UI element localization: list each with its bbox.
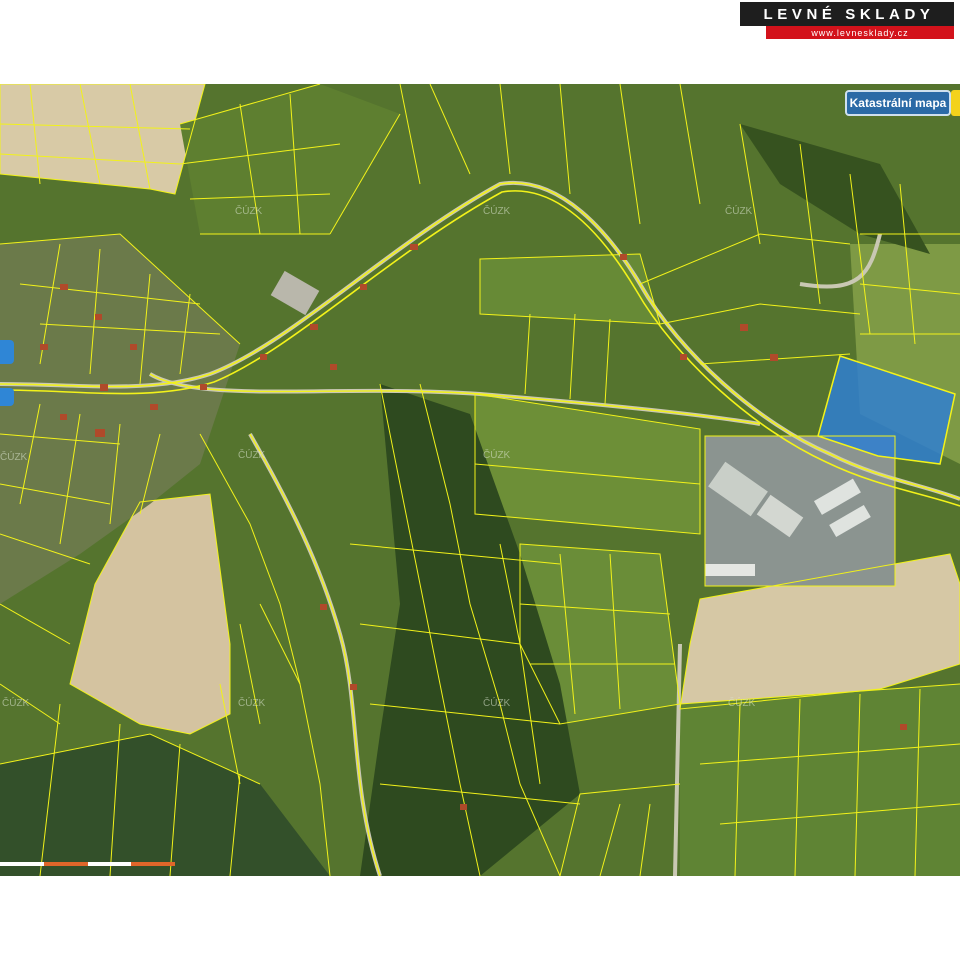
scale-bar: [0, 862, 175, 866]
watermark: ČÚZK: [235, 206, 263, 217]
logo-url: www.levnesklady.cz: [766, 26, 954, 39]
scale-segment: [0, 862, 44, 866]
watermark: ČÚZK: [725, 206, 753, 217]
aerial-map-canvas: [0, 84, 960, 876]
side-panel-tab[interactable]: [0, 388, 14, 406]
scale-segment: [87, 862, 132, 866]
cadastral-map[interactable]: ČÚZK ČÚZK ČÚZK ČÚZK ČÚZK ČÚZK ČÚZK ČÚZK …: [0, 84, 960, 876]
watermark: ČÚZK: [728, 698, 756, 709]
watermark: ČÚZK: [0, 452, 28, 463]
watermark: ČÚZK: [483, 698, 511, 709]
scale-segment: [131, 862, 175, 866]
cadastral-map-layer-button[interactable]: Katastrální mapa: [845, 90, 951, 116]
watermark: ČÚZK: [238, 450, 266, 461]
watermark: ČÚZK: [238, 698, 266, 709]
watermark: ČÚZK: [2, 698, 30, 709]
watermark: ČÚZK: [483, 206, 511, 217]
logo-title: LEVNÉ SKLADY: [740, 2, 954, 26]
meadow-north: [480, 254, 660, 324]
side-panel-tab[interactable]: [0, 340, 14, 364]
watermark: ČÚZK: [483, 450, 511, 461]
scale-segment: [43, 862, 88, 866]
brand-logo: LEVNÉ SKLADY www.levnesklady.cz: [740, 2, 954, 40]
layer-toggle-button[interactable]: [951, 90, 960, 116]
